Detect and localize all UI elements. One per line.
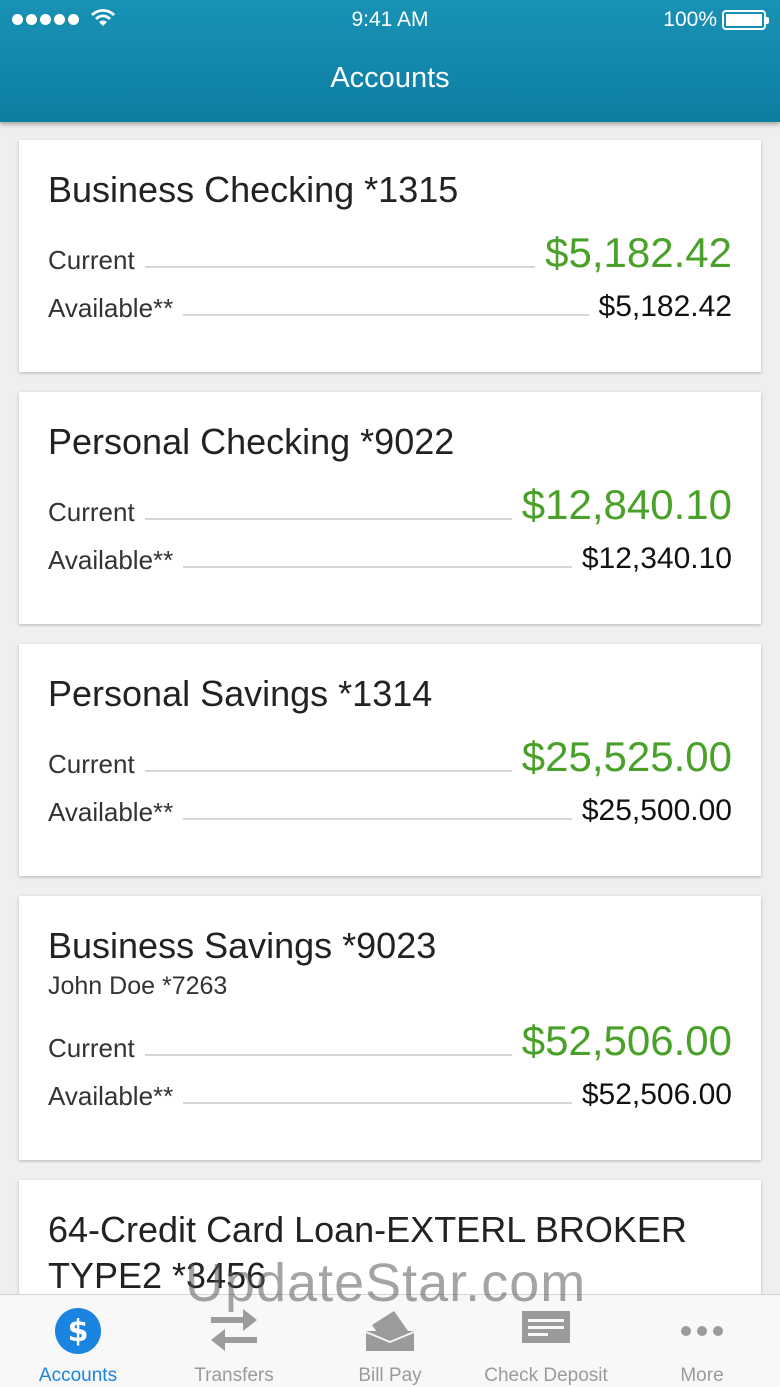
available-balance: $52,506.00 [581, 1078, 732, 1111]
account-card[interactable]: Personal Savings *1314 Current $25,525.0… [19, 644, 761, 876]
current-balance-row: Current $5,182.42 [48, 230, 732, 276]
dollar-icon: $ [55, 1308, 101, 1354]
available-balance: $25,500.00 [581, 794, 732, 827]
svg-text:$: $ [68, 1314, 89, 1349]
battery-percentage: 100% [663, 8, 717, 31]
tab-label: Bill Pay [358, 1365, 422, 1386]
battery-icon [722, 10, 769, 30]
current-balance: $12,840.10 [521, 481, 732, 528]
bill-pay-icon [366, 1311, 414, 1351]
current-balance-row: Current $12,840.10 [48, 482, 732, 528]
check-deposit-icon [522, 1311, 570, 1343]
leader-line [183, 818, 572, 820]
tab-label: Accounts [38, 1365, 118, 1386]
tab-bar: $ Accounts Transfers Bill Pay Check Depo… [0, 1294, 780, 1387]
available-balance-row: Available** $12,340.10 [48, 542, 732, 576]
account-name: Business Savings *9023 [48, 925, 437, 966]
available-balance: $5,182.42 [598, 290, 732, 323]
current-label: Current [48, 1033, 135, 1063]
available-balance: $12,340.10 [581, 542, 732, 575]
account-holder: John Doe *7263 [48, 972, 228, 1000]
leader-line [183, 566, 572, 568]
account-name: Personal Savings *1314 [48, 673, 433, 714]
available-balance-row: Available** $52,506.00 [48, 1078, 732, 1112]
available-label: Available** [48, 293, 174, 323]
page-title: Accounts [330, 62, 450, 94]
tab-bill-pay[interactable]: Bill Pay [312, 1295, 468, 1387]
tab-label: Check Deposit [484, 1365, 608, 1386]
account-card[interactable]: 64-Credit Card Loan-EXTERL BROKER TYPE2 … [19, 1180, 761, 1294]
account-card[interactable]: Business Savings *9023 John Doe *7263 Cu… [19, 896, 761, 1160]
account-name: Personal Checking *9022 [48, 421, 455, 462]
leader-line [144, 266, 536, 268]
accounts-list[interactable]: Business Checking *1315 Current $5,182.4… [0, 122, 780, 1294]
account-card[interactable]: Business Checking *1315 Current $5,182.4… [19, 140, 761, 372]
leader-line [183, 314, 589, 316]
transfer-arrows-icon [211, 1309, 257, 1351]
tab-label: More [680, 1365, 724, 1386]
current-balance-row: Current $25,525.00 [48, 734, 732, 780]
leader-line [144, 1054, 512, 1056]
account-name-line1: 64-Credit Card Loan-EXTERL BROKER [48, 1209, 687, 1250]
current-balance: $52,506.00 [521, 1017, 732, 1064]
more-dots-icon [681, 1326, 723, 1336]
tab-label: Transfers [194, 1365, 274, 1386]
current-balance: $25,525.00 [521, 733, 732, 780]
account-name-line2: TYPE2 *3456 [48, 1255, 267, 1294]
leader-line [144, 518, 512, 520]
current-label: Current [48, 749, 135, 779]
leader-line [183, 1102, 572, 1104]
available-label: Available** [48, 797, 174, 827]
tab-transfers[interactable]: Transfers [156, 1295, 312, 1387]
account-card[interactable]: Personal Checking *9022 Current $12,840.… [19, 392, 761, 624]
available-label: Available** [48, 1081, 174, 1111]
app-header: 9:41 AM 100% Accounts [0, 0, 780, 122]
tab-more[interactable]: More [624, 1295, 780, 1387]
tab-check-deposit[interactable]: Check Deposit [468, 1295, 624, 1387]
available-balance-row: Available** $5,182.42 [48, 290, 732, 324]
current-label: Current [48, 245, 135, 275]
tab-accounts[interactable]: $ Accounts [0, 1295, 156, 1387]
account-name: Business Checking *1315 [48, 169, 459, 210]
available-label: Available** [48, 545, 174, 575]
current-balance-row: Current $52,506.00 [48, 1018, 732, 1064]
available-balance-row: Available** $25,500.00 [48, 794, 732, 828]
current-label: Current [48, 497, 135, 527]
status-bar: 9:41 AM 100% [0, 0, 780, 40]
leader-line [144, 770, 512, 772]
current-balance: $5,182.42 [545, 229, 732, 276]
